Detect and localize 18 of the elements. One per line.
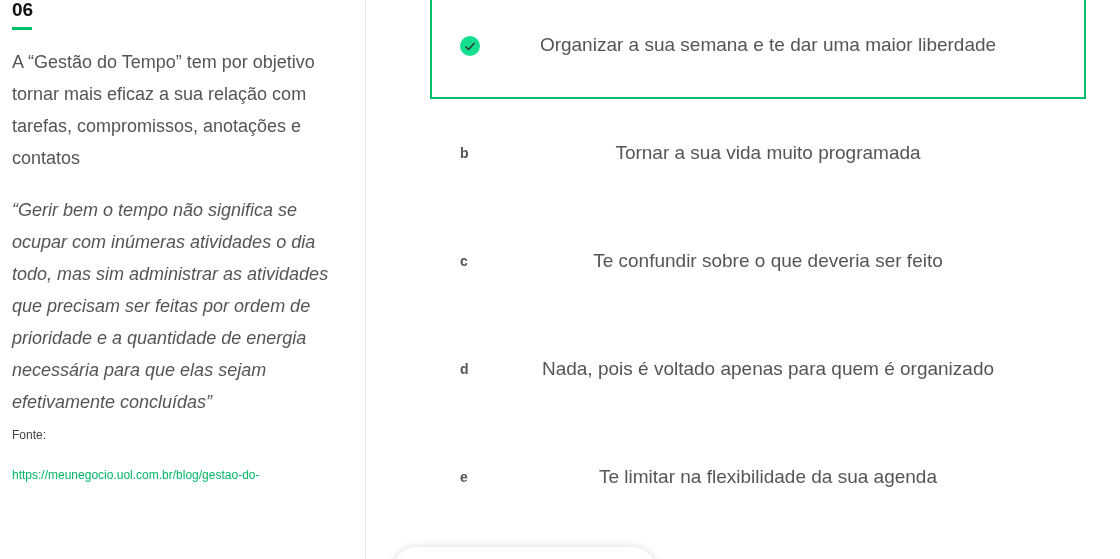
option-letter: b — [460, 144, 469, 161]
option-text: Te confundir sobre o que deveria ser feito — [593, 249, 943, 271]
answer-option[interactable]: b Tornar a sua vida muito programada — [430, 99, 1086, 207]
question-text: A “Gestão do Tempo” tem por objetivo tornar mais eficaz a sua relação com tarefas, compromissos, anotações e contatos — [12, 51, 316, 170]
question-number: 06 — [12, 0, 35, 19]
option-letter: d — [460, 360, 469, 377]
option-text: Te limitar na flexibilidade da sua agenda — [599, 465, 937, 487]
answer-option[interactable]: d Nada, pois é voltado apenas para quem é organizado — [430, 315, 1086, 423]
answer-option[interactable]: c Te confundir sobre o que deveria ser feito — [430, 207, 1086, 315]
quote-text: “Gerir bem o tempo não significa se ocupar com inúmeras atividades o dia todo, mas sim administrar as atividades que precisam ser feitas por ordem de prioridade e a quantidade de energia necessária para que elas sejam efetivamente concluídas” — [12, 199, 330, 414]
option-text: Tornar a sua vida muito programada — [615, 141, 921, 163]
option-text: Organizar a sua semana e te dar uma maior liberdade — [539, 33, 997, 55]
answer-option[interactable]: e Te limitar na flexibilidade da sua agenda — [430, 423, 1086, 531]
option-text: Nada, pois é voltado apenas para quem é organizado — [541, 357, 995, 379]
answer-option[interactable]: Organizar a sua semana e te dar uma maior liberdade — [430, 0, 1086, 99]
option-letter: e — [460, 468, 468, 485]
option-letter: c — [460, 252, 468, 269]
source-label: Fonte: — [12, 427, 48, 444]
